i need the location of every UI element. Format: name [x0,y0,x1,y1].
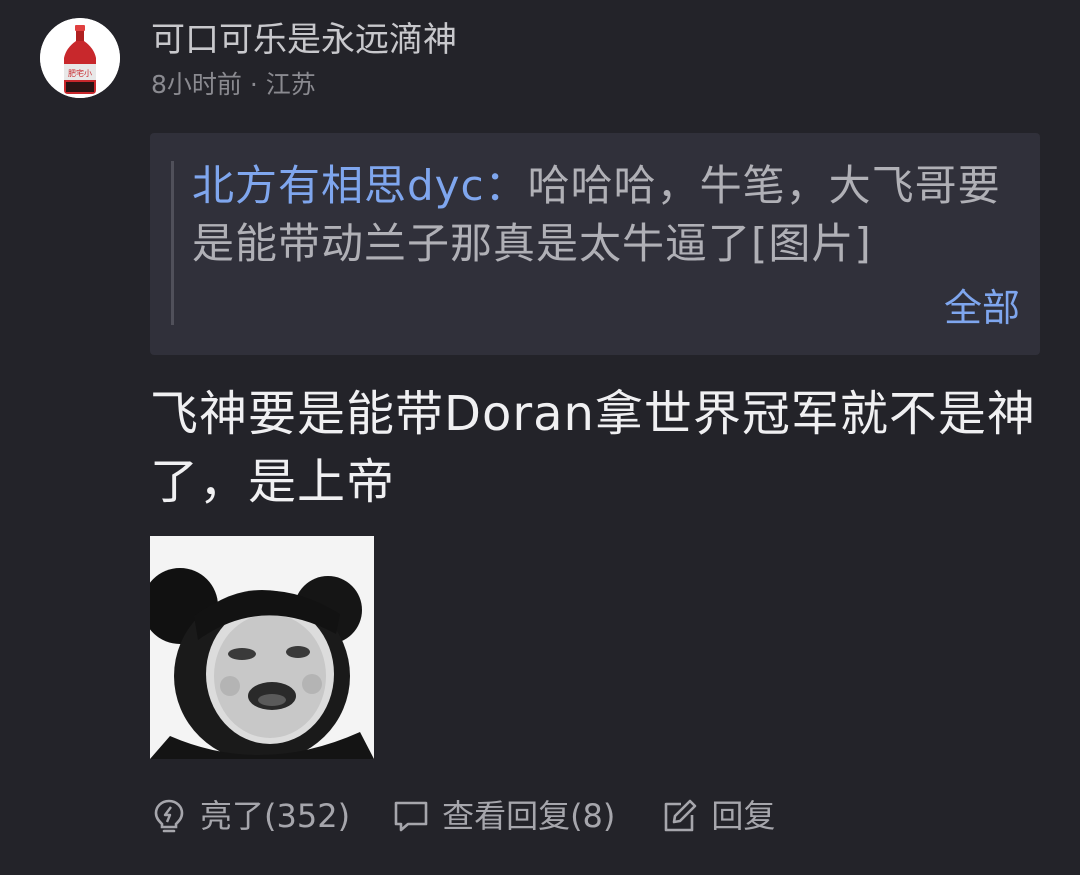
panda-meme-image[interactable] [150,536,374,759]
username[interactable]: 可口可乐是永远滴神 [151,18,457,62]
avatar-label: 肥宅小 [68,68,92,78]
view-replies-label: 查看回复(8) [442,797,616,835]
view-replies-button[interactable]: 查看回复(8) [392,794,615,838]
quote-bar [171,161,174,325]
cola-bottle-avatar-image: 肥宅小 [40,18,120,98]
action-bar: 亮了(352) 查看回复(8) 回复 [150,790,775,842]
panda-meme-drawing [150,536,374,759]
expand-quote-button[interactable]: 全部 [933,283,1020,333]
comment-text: 飞神要是能带Doran拿世界冠军就不是神了，是上帝 [150,386,1036,510]
quote-text: 北方有相思dyc：哈哈哈，牛笔，大飞哥要是能带动兰子那真是太牛逼了[图片] [192,157,1012,273]
edit-pencil-icon [661,797,699,835]
post-meta: 8小时前 · 江苏 [151,70,316,99]
quoted-reply[interactable]: 北方有相思dyc：哈哈哈，牛笔，大飞哥要是能带动兰子那真是太牛逼了[图片] 全部 [150,133,1040,355]
lightbulb-icon [150,797,188,835]
comment-card: 肥宅小 可口可乐是永远滴神 8小时前 · 江苏 北方有相思dyc：哈哈哈，牛笔，… [0,0,1080,875]
reply-button[interactable]: 回复 [661,794,775,838]
avatar[interactable]: 肥宅小 [40,18,120,98]
quote-author[interactable]: 北方有相思dyc： [192,161,528,210]
like-button[interactable]: 亮了(352) [150,794,350,838]
comment-bubble-icon [392,797,430,835]
like-count-label: 亮了(352) [200,797,351,835]
reply-label: 回复 [711,797,776,835]
